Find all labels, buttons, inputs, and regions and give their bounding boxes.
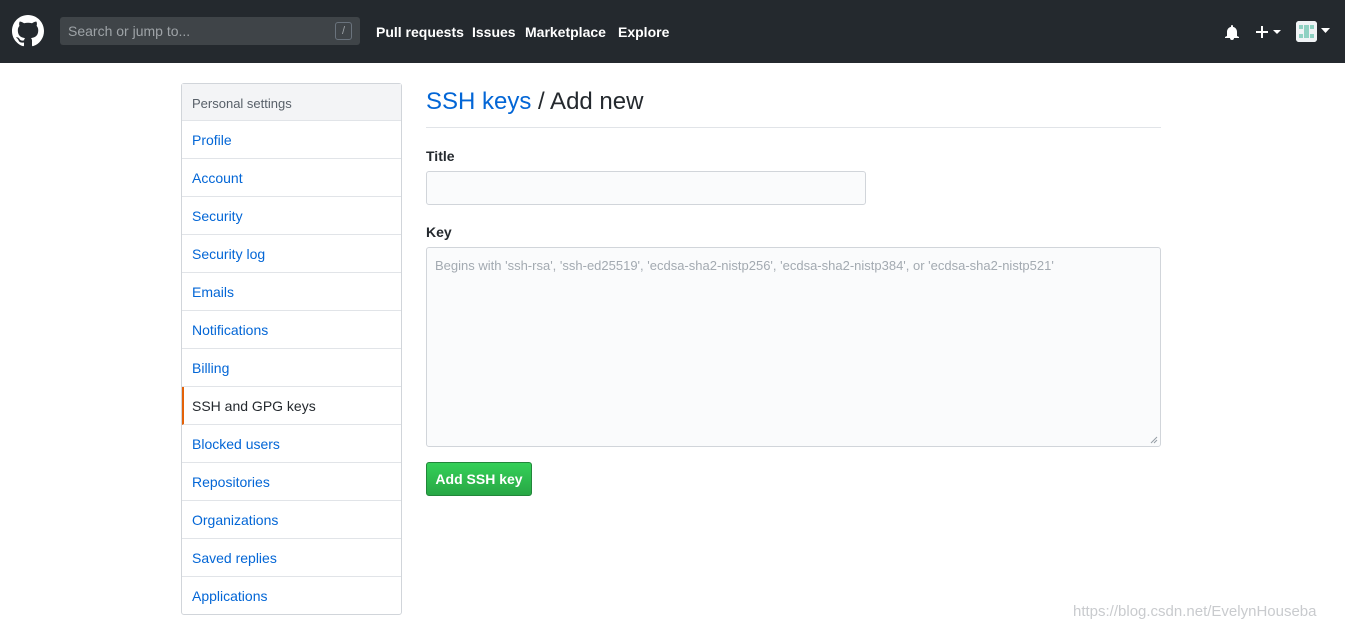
sidebar-item-security[interactable]: Security (182, 197, 401, 235)
page-title: SSH keys / Add new (426, 88, 643, 116)
search-placeholder: Search or jump to... (68, 23, 191, 39)
key-textarea[interactable] (426, 247, 1161, 447)
nav-explore[interactable]: Explore (618, 24, 669, 40)
watermark: https://blog.csdn.net/EvelynHouseba (1073, 603, 1317, 620)
chevron-down-icon (1321, 28, 1330, 33)
sidebar-item-account[interactable]: Account (182, 159, 401, 197)
github-logo-icon[interactable] (12, 15, 44, 47)
top-header: Search or jump to... / Pull requests Iss… (0, 0, 1345, 63)
sidebar-item-profile[interactable]: Profile (182, 121, 401, 159)
sidebar-item-emails[interactable]: Emails (182, 273, 401, 311)
resize-grip-icon[interactable] (1148, 434, 1158, 444)
search-shortcut-hint: / (335, 22, 352, 40)
avatar-icon (1296, 21, 1317, 42)
settings-sidebar: Personal settings Profile Account Securi… (181, 83, 402, 615)
nav-issues[interactable]: Issues (472, 24, 516, 40)
bell-icon[interactable] (1224, 24, 1240, 40)
plus-icon[interactable] (1255, 22, 1283, 42)
breadcrumb-current: / Add new (531, 88, 644, 115)
sidebar-item-repositories[interactable]: Repositories (182, 463, 401, 501)
sidebar-heading: Personal settings (182, 84, 401, 121)
user-menu[interactable] (1296, 21, 1334, 43)
key-placeholder: Begins with 'ssh-rsa', 'ssh-ed25519', 'e… (435, 258, 1054, 273)
title-input[interactable] (426, 171, 866, 205)
sidebar-item-notifications[interactable]: Notifications (182, 311, 401, 349)
sidebar-item-applications[interactable]: Applications (182, 577, 401, 615)
chevron-down-icon (1273, 30, 1281, 34)
sidebar-item-security-log[interactable]: Security log (182, 235, 401, 273)
add-ssh-key-button[interactable]: Add SSH key (426, 462, 532, 496)
title-label: Title (426, 148, 455, 164)
sidebar-item-blocked-users[interactable]: Blocked users (182, 425, 401, 463)
breadcrumb-ssh-keys-link[interactable]: SSH keys (426, 88, 531, 115)
sidebar-item-ssh-gpg-keys[interactable]: SSH and GPG keys (182, 387, 401, 425)
title-divider (426, 127, 1161, 128)
sidebar-item-saved-replies[interactable]: Saved replies (182, 539, 401, 577)
key-label: Key (426, 224, 452, 240)
sidebar-item-billing[interactable]: Billing (182, 349, 401, 387)
search-box[interactable]: Search or jump to... / (60, 17, 360, 45)
nav-marketplace[interactable]: Marketplace (525, 24, 606, 40)
sidebar-item-organizations[interactable]: Organizations (182, 501, 401, 539)
nav-pull-requests[interactable]: Pull requests (376, 24, 464, 40)
